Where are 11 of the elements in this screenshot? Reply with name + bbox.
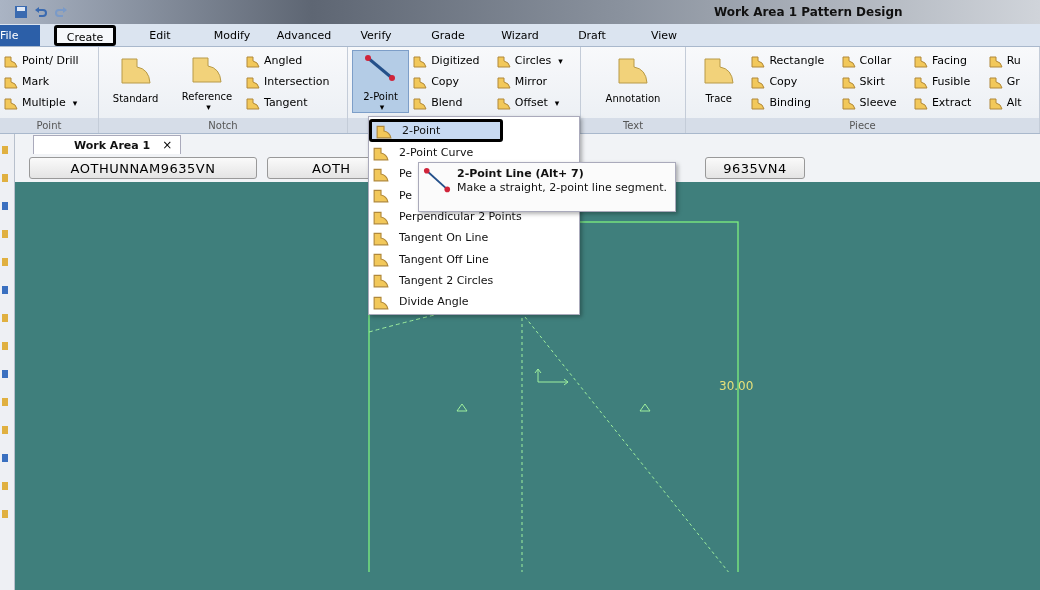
tab-label: Work Area 1 [74, 138, 151, 152]
group-label: Point [0, 118, 98, 133]
group-label: Text [581, 118, 685, 133]
dimension-label: 30.00 [719, 379, 754, 393]
group-label: Notch [99, 118, 347, 133]
tooltip-text: Make a straight, 2-point line segment. [457, 181, 667, 194]
window-title: Work Area 1 Pattern Design [714, 5, 903, 19]
caret-icon: ▾ [379, 102, 385, 112]
tooltip-title: 2-Point Line (Alt+ 7) [457, 167, 585, 180]
caret-icon: ▾ [206, 102, 211, 112]
group-label: Piece [686, 118, 1039, 133]
